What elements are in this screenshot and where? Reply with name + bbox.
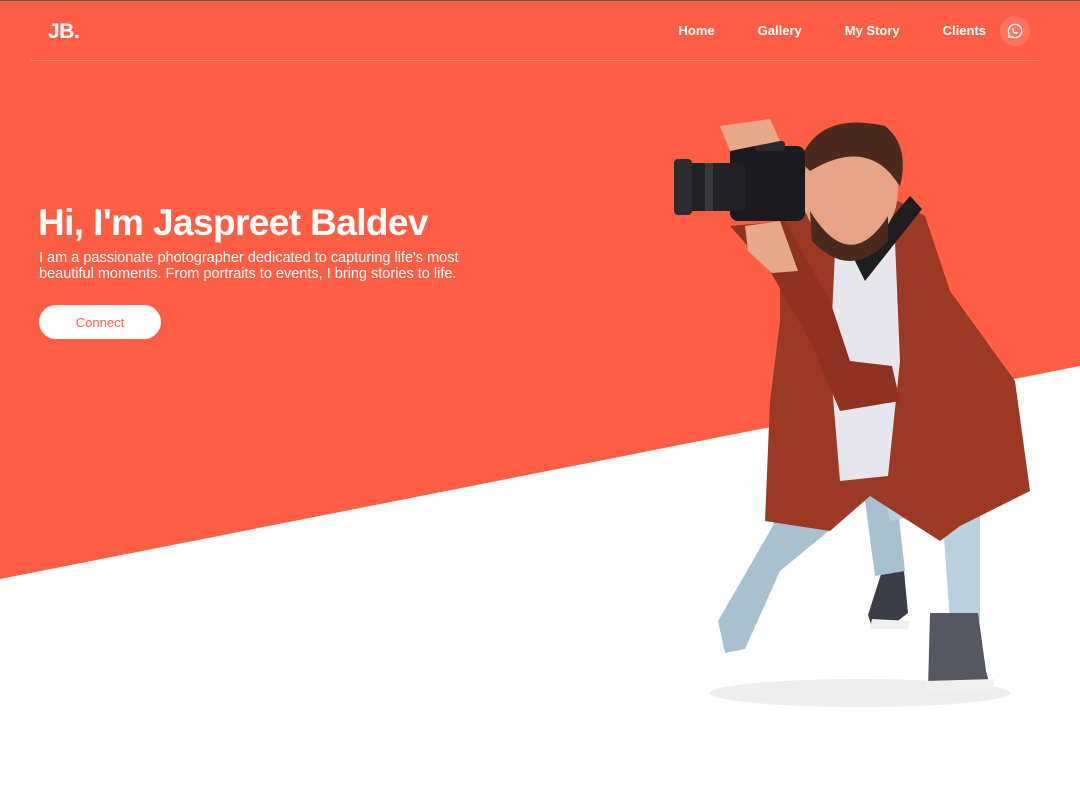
hero-name: Jaspreet Baldev — [153, 202, 428, 243]
whatsapp-button[interactable] — [1000, 16, 1030, 46]
photographer-image — [674, 119, 1030, 707]
hero-description: I am a passionate photographer dedicated… — [39, 250, 459, 282]
nav-link-gallery[interactable]: Gallery — [758, 16, 802, 46]
logo[interactable]: JB. — [48, 20, 80, 44]
nav-link-clients[interactable]: Clients — [943, 16, 986, 46]
whatsapp-icon — [1007, 23, 1023, 39]
nav-link-my-story[interactable]: My Story — [845, 16, 900, 46]
main-nav: Home Gallery My Story Clients — [636, 16, 1030, 46]
nav-link-home[interactable]: Home — [679, 16, 715, 46]
landing-page: JB. Home Gallery My Story Clients Hi, I'… — [0, 0, 1080, 800]
connect-button[interactable]: Connect — [39, 305, 161, 339]
site-header: JB. Home Gallery My Story Clients — [30, 1, 1040, 61]
hero-greeting: Hi, I'm — [38, 202, 154, 243]
hero-title: Hi, I'm Jaspreet Baldev — [38, 201, 428, 245]
